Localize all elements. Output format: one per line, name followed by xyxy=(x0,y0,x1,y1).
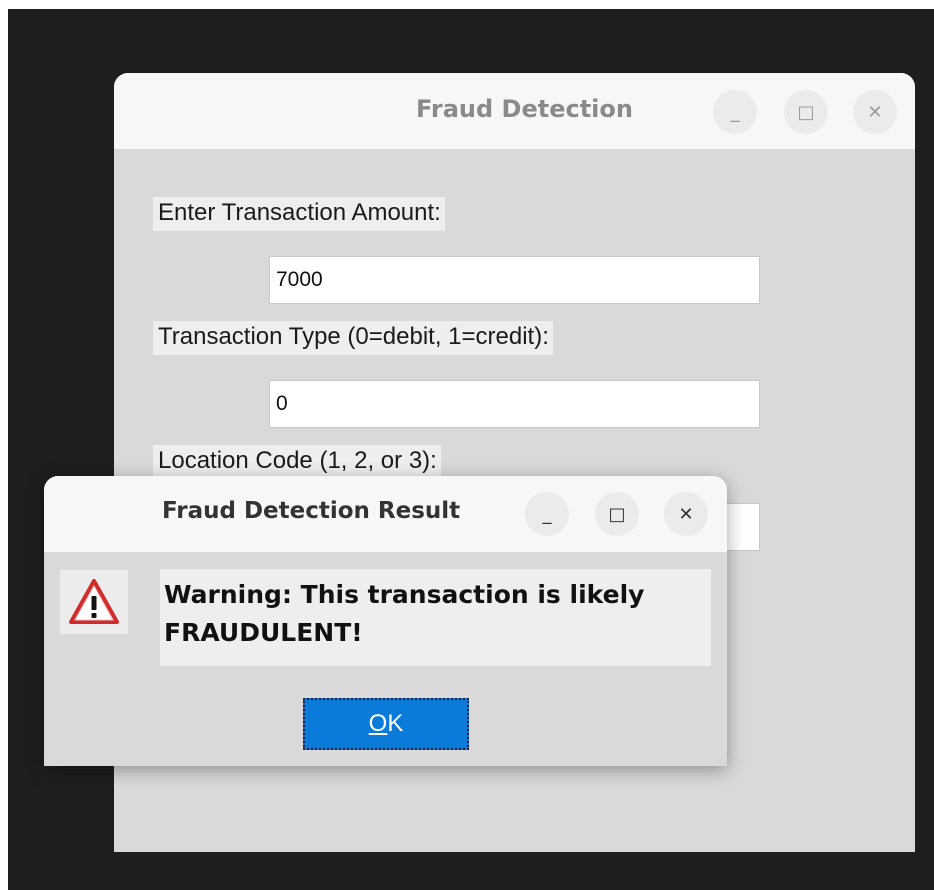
warning-icon-container xyxy=(60,570,128,634)
dialog-titlebar[interactable]: Fraud Detection Result _ □ ✕ xyxy=(44,476,727,552)
close-icon: ✕ xyxy=(867,101,883,123)
transaction-type-input[interactable] xyxy=(269,380,760,428)
dialog-message: Warning: This transaction is likely FRAU… xyxy=(160,569,711,666)
transaction-type-label: Transaction Type (0=debit, 1=credit): xyxy=(153,321,553,355)
close-button[interactable]: ✕ xyxy=(853,90,897,134)
ok-mnemonic: O xyxy=(368,710,388,737)
minimize-icon: _ xyxy=(542,503,552,525)
maximize-icon: □ xyxy=(608,503,626,525)
result-dialog: Fraud Detection Result _ □ ✕ Warning: Th… xyxy=(44,476,727,766)
dialog-maximize-button[interactable]: □ xyxy=(595,492,639,536)
location-code-label: Location Code (1, 2, or 3): xyxy=(153,445,441,479)
amount-label: Enter Transaction Amount: xyxy=(153,197,445,231)
maximize-button[interactable]: □ xyxy=(784,90,828,134)
dialog-close-button[interactable]: ✕ xyxy=(664,492,708,536)
minimize-icon: _ xyxy=(730,101,740,123)
close-icon: ✕ xyxy=(678,503,694,525)
maximize-icon: □ xyxy=(797,101,815,123)
ok-label-rest: K xyxy=(387,710,404,737)
dialog-minimize-button[interactable]: _ xyxy=(525,492,569,536)
warning-triangle-icon xyxy=(69,579,119,624)
ok-button[interactable]: OK xyxy=(303,698,469,750)
amount-input[interactable] xyxy=(269,256,760,304)
main-titlebar[interactable]: Fraud Detection _ □ ✕ xyxy=(114,73,915,149)
minimize-button[interactable]: _ xyxy=(713,90,757,134)
dialog-title: Fraud Detection Result xyxy=(162,498,461,524)
